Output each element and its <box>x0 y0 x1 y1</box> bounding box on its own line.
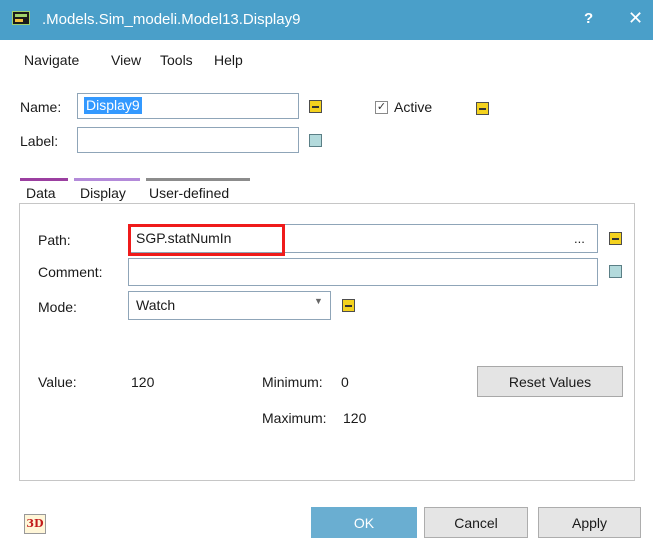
label-empty-icon[interactable] <box>309 134 322 147</box>
path-browse-button[interactable]: ... <box>574 231 585 246</box>
minimum-readout: 0 <box>341 374 349 390</box>
path-inherit-icon[interactable] <box>609 232 622 245</box>
mode-select[interactable]: Watch <box>128 291 331 320</box>
active-checkbox[interactable]: ✓ <box>375 101 388 114</box>
comment-label: Comment: <box>38 264 103 280</box>
cancel-button[interactable]: Cancel <box>424 507 528 538</box>
minimum-label: Minimum: <box>262 374 323 390</box>
maximum-readout: 120 <box>343 410 367 426</box>
menu-navigate[interactable]: Navigate <box>24 52 79 68</box>
3d-icon[interactable]: 3D <box>24 514 46 534</box>
maximum-label: Maximum: <box>262 410 327 426</box>
menu-help[interactable]: Help <box>214 52 243 68</box>
active-label: Active <box>394 99 433 115</box>
mode-inherit-icon[interactable] <box>342 299 355 312</box>
help-button[interactable]: ? <box>584 10 593 27</box>
name-value: Display9 <box>84 97 142 114</box>
value-readout: 120 <box>131 374 155 390</box>
comment-empty-icon[interactable] <box>609 265 622 278</box>
tab-user-defined[interactable]: User-defined <box>149 181 229 205</box>
mode-value: Watch <box>136 297 176 313</box>
title-bar: .Models.Sim_modeli.Model13.Display9 ? ✕ <box>0 0 653 40</box>
label-field[interactable] <box>77 127 299 153</box>
active-inherit-icon[interactable] <box>476 102 489 115</box>
menu-bar: Navigate View Tools Help <box>0 40 653 72</box>
mode-dropdown-icon[interactable]: ▼ <box>314 296 323 306</box>
path-label: Path: <box>38 232 71 248</box>
value-label: Value: <box>38 374 77 390</box>
tab-data[interactable]: Data <box>26 181 56 205</box>
window-title: .Models.Sim_modeli.Model13.Display9 <box>42 11 301 28</box>
apply-button[interactable]: Apply <box>538 507 641 538</box>
label-label: Label: <box>20 133 59 149</box>
mode-label: Mode: <box>38 299 77 315</box>
close-button[interactable]: ✕ <box>628 8 643 29</box>
name-field[interactable]: Display9 <box>77 93 299 119</box>
menu-tools[interactable]: Tools <box>160 52 193 68</box>
ok-button[interactable]: OK <box>311 507 417 538</box>
path-highlight-box <box>128 224 285 256</box>
name-inherit-icon[interactable] <box>309 100 322 113</box>
menu-view[interactable]: View <box>111 52 141 68</box>
display-app-icon <box>12 11 30 25</box>
name-label: Name: <box>20 99 62 115</box>
comment-field[interactable] <box>128 258 598 286</box>
reset-values-button[interactable]: Reset Values <box>477 366 623 397</box>
tab-display[interactable]: Display <box>80 181 126 205</box>
